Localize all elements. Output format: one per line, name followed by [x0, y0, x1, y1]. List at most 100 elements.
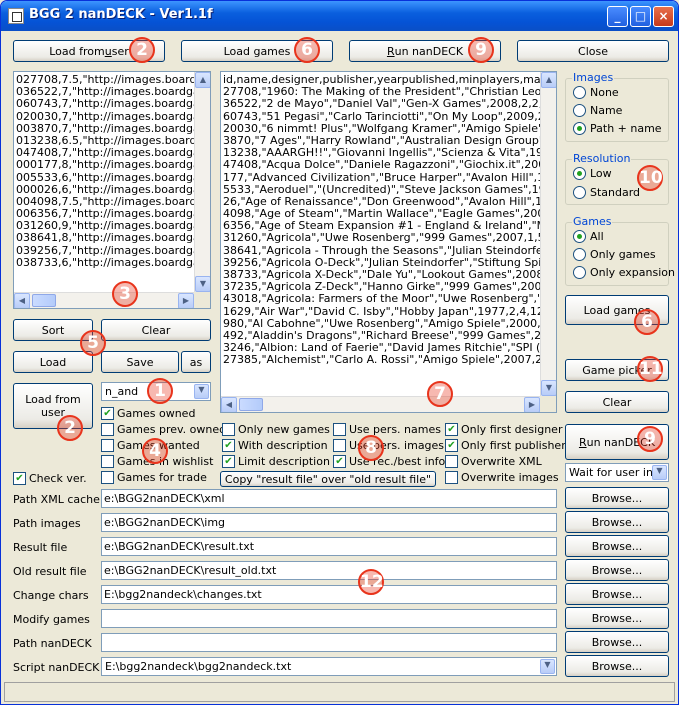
list-item[interactable]: 038641,8,"http://images.boardgamegeek — [14, 232, 194, 244]
list-item[interactable]: 20030,"6 nimmt! Plus","Wolfgang Kramer",… — [221, 123, 540, 135]
radio-button[interactable] — [573, 167, 586, 180]
path-input[interactable] — [101, 633, 557, 652]
list-item[interactable]: 004098,7.5,"http://images.boardgamegeek — [14, 196, 194, 208]
option-checkbox[interactable]: Overwrite XML — [445, 455, 542, 468]
list-item[interactable]: 980,"Al Cabohne","Uwe Rosenberg","Amigo … — [221, 318, 540, 330]
list-item[interactable]: 3870,"7 Ages","Harry Rowland","Australia… — [221, 135, 540, 147]
checkbox-box[interactable]: ✔ — [333, 455, 346, 468]
radio-button[interactable] — [573, 248, 586, 261]
radio-button[interactable] — [573, 186, 586, 199]
scroll-down-arrow-icon[interactable]: ▼ — [541, 380, 556, 396]
check-version-checkbox[interactable]: ✔ Check ver. — [13, 472, 87, 485]
scroll-left-arrow-icon[interactable]: ◀ — [14, 293, 30, 308]
checkbox-box[interactable] — [445, 471, 458, 484]
browse-button[interactable]: Browse... — [565, 559, 669, 581]
browse-button[interactable]: Browse... — [565, 655, 669, 677]
checkbox-box[interactable] — [222, 423, 235, 436]
collection-checkbox[interactable]: Games prev. owned — [101, 423, 226, 436]
browse-button[interactable]: Browse... — [565, 487, 669, 509]
load-list-button[interactable]: Load — [13, 351, 93, 373]
path-input[interactable] — [101, 609, 557, 628]
list-item[interactable]: 27385,"Alchemist","Carlo A. Rossi","Amig… — [221, 354, 540, 366]
scroll-thumb[interactable] — [239, 398, 263, 411]
radio-option[interactable]: Path + name — [573, 122, 662, 135]
radio-option[interactable]: None — [573, 86, 619, 99]
browse-button[interactable]: Browse... — [565, 607, 669, 629]
list-item[interactable]: 36522,"2 de Mayo","Daniel Val","Gen-X Ga… — [221, 98, 540, 110]
list-item[interactable]: 039256,7,"http://images.boardgamegeek — [14, 245, 194, 257]
list-item[interactable]: 003870,7,"http://images.boardgamegeek — [14, 123, 194, 135]
checkbox-box[interactable]: ✔ — [445, 439, 458, 452]
option-checkbox[interactable]: Overwrite images — [445, 471, 559, 484]
checkbox-box[interactable]: ✔ — [101, 407, 114, 420]
checkbox-box[interactable]: ✔ — [222, 439, 235, 452]
radio-button[interactable] — [573, 266, 586, 279]
list-item[interactable]: 27708,"1960: The Making of the President… — [221, 86, 540, 98]
clear-list-button[interactable]: Clear — [101, 319, 211, 341]
checkbox-box[interactable] — [333, 423, 346, 436]
checkbox-box[interactable]: ✔ — [445, 423, 458, 436]
radio-button[interactable] — [573, 86, 586, 99]
horizontal-scrollbar[interactable]: ◀ ▶ — [221, 396, 540, 412]
close-window-button[interactable]: × — [653, 6, 674, 27]
list-item[interactable]: 027708,7.5,"http://images.boardgamegeek — [14, 74, 194, 86]
scroll-up-arrow-icon[interactable]: ▲ — [195, 72, 210, 88]
radio-button[interactable] — [573, 230, 586, 243]
list-item[interactable]: 60743,"51 Pegasi","Carlo Tarinciotti","O… — [221, 111, 540, 123]
list-item[interactable]: 031260,9,"http://images.boardgamegeek — [14, 220, 194, 232]
scroll-down-arrow-icon[interactable]: ▼ — [195, 276, 210, 292]
list-item[interactable]: 3246,"Albion: Land of Faerie","David Jam… — [221, 342, 540, 354]
list-item[interactable]: 000026,6,"http://images.boardgamegeek — [14, 184, 194, 196]
radio-option[interactable]: Only games — [573, 248, 656, 261]
scroll-up-arrow-icon[interactable]: ▲ — [541, 72, 556, 88]
minimize-button[interactable]: _ — [607, 6, 628, 27]
checkbox-box[interactable]: ✔ — [13, 472, 26, 485]
path-input[interactable]: e:\BGG2nanDECK\result.txt — [101, 537, 557, 556]
result-file-list[interactable]: id,name,designer,publisher,yearpublished… — [220, 71, 557, 413]
save-list-button[interactable]: Save — [101, 351, 179, 373]
save-as-button[interactable]: as — [181, 351, 211, 373]
checkbox-box[interactable] — [333, 439, 346, 452]
list-item[interactable]: 31260,"Agricola","Uwe Rosenberg","999 Ga… — [221, 232, 540, 244]
list-item[interactable]: 036522,7,"http://images.boardgamegeek — [14, 86, 194, 98]
list-item[interactable]: 492,"Aladdin's Dragons","Richard Breese"… — [221, 330, 540, 342]
checkbox-box[interactable] — [101, 471, 114, 484]
checkbox-box[interactable] — [101, 439, 114, 452]
option-checkbox[interactable]: ✔ Limit description — [222, 455, 330, 468]
path-input[interactable]: E:\bgg2nandeck\changes.txt — [101, 585, 557, 604]
checkbox-box[interactable]: ✔ — [222, 455, 235, 468]
option-checkbox[interactable]: Use pers. images — [333, 439, 444, 452]
scroll-right-arrow-icon[interactable]: ▶ — [178, 293, 194, 308]
browse-button[interactable]: Browse... — [565, 535, 669, 557]
list-item[interactable]: 000177,8,"http://images.boardgamegeek — [14, 159, 194, 171]
radio-option[interactable]: Only expansion — [573, 266, 675, 279]
path-input[interactable]: e:\BGG2nanDECK\xml — [101, 489, 557, 508]
vertical-scrollbar[interactable]: ▲ ▼ — [194, 72, 210, 292]
list-item[interactable]: 13238,"AAARGH!!","Giovanni Ingellis","Sc… — [221, 147, 540, 159]
browse-button[interactable]: Browse... — [565, 511, 669, 533]
close-button[interactable]: Close — [517, 40, 669, 62]
list-item[interactable]: 177,"Advanced Civilization","Bruce Harpe… — [221, 172, 540, 184]
script-select[interactable]: E:\bgg2nandeck\bgg2nandeck.txt ▼ — [101, 657, 557, 676]
list-item[interactable]: 4098,"Age of Steam","Martin Wallace","Ea… — [221, 208, 540, 220]
checkbox-box[interactable] — [101, 423, 114, 436]
radio-option[interactable]: Standard — [573, 186, 640, 199]
chevron-down-icon[interactable]: ▼ — [540, 659, 555, 674]
browse-button[interactable]: Browse... — [565, 583, 669, 605]
path-input[interactable]: e:\BGG2nanDECK\img — [101, 513, 557, 532]
collection-checkbox[interactable]: Games for trade — [101, 471, 207, 484]
option-checkbox[interactable]: ✔ Only first publisher — [445, 439, 566, 452]
list-item[interactable]: 47408,"Acqua Dolce","Daniele Ragazzoni",… — [221, 159, 540, 171]
radio-option[interactable]: All — [573, 230, 604, 243]
clear-games-button[interactable]: Clear — [565, 391, 669, 413]
list-item[interactable]: 006356,7,"http://images.boardgamegeek — [14, 208, 194, 220]
option-checkbox[interactable]: Use pers. names — [333, 423, 441, 436]
list-item[interactable]: 020030,7,"http://images.boardgamegeek — [14, 111, 194, 123]
radio-button[interactable] — [573, 122, 586, 135]
list-item[interactable]: 38733,"Agricola X-Deck","Dale Yu","Looko… — [221, 269, 540, 281]
list-item[interactable]: 038733,6,"http://images.boardgamegeek — [14, 257, 194, 269]
option-checkbox[interactable]: ✔ With description — [222, 439, 328, 452]
vertical-scrollbar[interactable]: ▲ ▼ — [540, 72, 556, 396]
title-bar[interactable]: BGG 2 nanDECK - Ver1.1f _ □ × — [1, 1, 678, 31]
user-games-list[interactable]: 027708,7.5,"http://images.boardgamegeek0… — [13, 71, 211, 309]
